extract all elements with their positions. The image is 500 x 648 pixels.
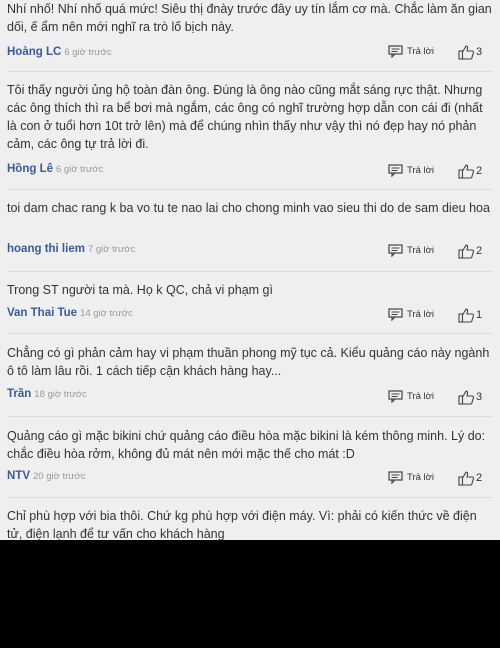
divider xyxy=(7,416,493,417)
comment-time: 7 giờ trước xyxy=(87,244,136,255)
like-count: 3 xyxy=(476,391,483,403)
reply-label: Trả lời xyxy=(407,46,434,57)
reply-icon xyxy=(388,244,403,257)
reply-button[interactable]: Trả lời xyxy=(388,43,434,61)
like-count: 2 xyxy=(476,165,483,177)
comment-text: Chỉ phù hợp với bia thôi. Chứ kg phù hợp… xyxy=(7,509,477,540)
comment-time: 18 giờ trước xyxy=(34,389,87,400)
comment-text: Chẳng có gì phản cảm hay vi phạm thuần p… xyxy=(7,346,490,378)
reply-button[interactable]: Trả lời xyxy=(388,469,434,487)
reply-icon xyxy=(388,390,403,403)
reply-icon xyxy=(388,45,403,58)
comment-meta: hoang thi liem 7 giờ trước xyxy=(7,239,135,257)
like-count: 2 xyxy=(476,472,483,484)
comment-text: Nhí nhố! Nhí nhố quá mức! Siêu thị đnày … xyxy=(7,2,492,34)
comment-text: toi dam chac rang k ba vo tu te nao lai … xyxy=(7,201,490,215)
divider xyxy=(7,333,493,334)
comment-time: 20 giờ trước xyxy=(33,471,86,482)
comment-time: 6 giờ trước xyxy=(56,164,104,175)
comment-meta: Hồng Lê 6 giờ trước xyxy=(7,159,103,177)
reply-label: Trả lời xyxy=(407,472,434,483)
comment-author[interactable]: Van Thai Tue xyxy=(7,307,77,319)
comment-author[interactable]: NTV xyxy=(7,470,30,482)
divider xyxy=(7,189,493,190)
thumbs-up-icon xyxy=(458,308,475,323)
comment-meta: Van Thai Tue 14 giờ trước xyxy=(7,303,133,321)
reply-button[interactable]: Trả lời xyxy=(388,242,434,260)
comment-text: Trong ST người ta mà. Họ k QC, chả vi ph… xyxy=(7,283,273,297)
like-button[interactable]: 1 xyxy=(458,306,482,324)
divider xyxy=(7,71,493,72)
reply-icon xyxy=(388,471,403,484)
like-button[interactable]: 2 xyxy=(458,162,482,180)
thumbs-up-icon xyxy=(458,164,475,179)
like-count: 2 xyxy=(476,245,483,257)
comment-text: Quảng cáo gì mặc bikini chứ quảng cáo đi… xyxy=(7,429,486,461)
like-button[interactable]: 2 xyxy=(458,469,482,487)
comment-meta: Trần 18 giờ trước xyxy=(7,384,87,402)
reply-button[interactable]: Trả lời xyxy=(388,162,434,180)
reply-label: Trả lời xyxy=(407,391,434,402)
thumbs-up-icon xyxy=(458,45,475,60)
reply-label: Trả lời xyxy=(407,165,434,176)
comment-meta: Hoàng LC 6 giờ trước xyxy=(7,42,112,60)
reply-button[interactable]: Trả lời xyxy=(388,388,434,406)
like-button[interactable]: 3 xyxy=(458,388,482,406)
comment-time: 14 giờ trước xyxy=(80,308,133,319)
thumbs-up-icon xyxy=(458,390,475,405)
like-count: 1 xyxy=(476,309,483,321)
reply-icon xyxy=(388,308,403,321)
reply-label: Trả lời xyxy=(407,309,434,320)
reply-icon xyxy=(388,164,403,177)
like-button[interactable]: 2 xyxy=(458,242,482,260)
comments-panel: Nhí nhố! Nhí nhố quá mức! Siêu thị đnày … xyxy=(0,0,500,540)
like-button[interactable]: 3 xyxy=(458,43,482,61)
comment-text: Tôi thấy người ủng hộ toàn đàn ông. Đúng… xyxy=(7,83,483,151)
divider xyxy=(7,497,493,498)
comment-author[interactable]: hoang thi liem xyxy=(7,243,85,255)
divider xyxy=(7,271,493,272)
reply-label: Trả lời xyxy=(407,245,434,256)
thumbs-up-icon xyxy=(458,471,475,486)
thumbs-up-icon xyxy=(458,244,475,259)
comment-author[interactable]: Hồng Lê xyxy=(7,163,53,175)
comment-author[interactable]: Hoàng LC xyxy=(7,46,61,58)
reply-button[interactable]: Trả lời xyxy=(388,306,434,324)
comment-meta: NTV 20 giờ trước xyxy=(7,466,86,484)
comment-author[interactable]: Trần xyxy=(7,388,31,400)
like-count: 3 xyxy=(476,46,483,58)
comment-time: 6 giờ trước xyxy=(64,47,112,58)
